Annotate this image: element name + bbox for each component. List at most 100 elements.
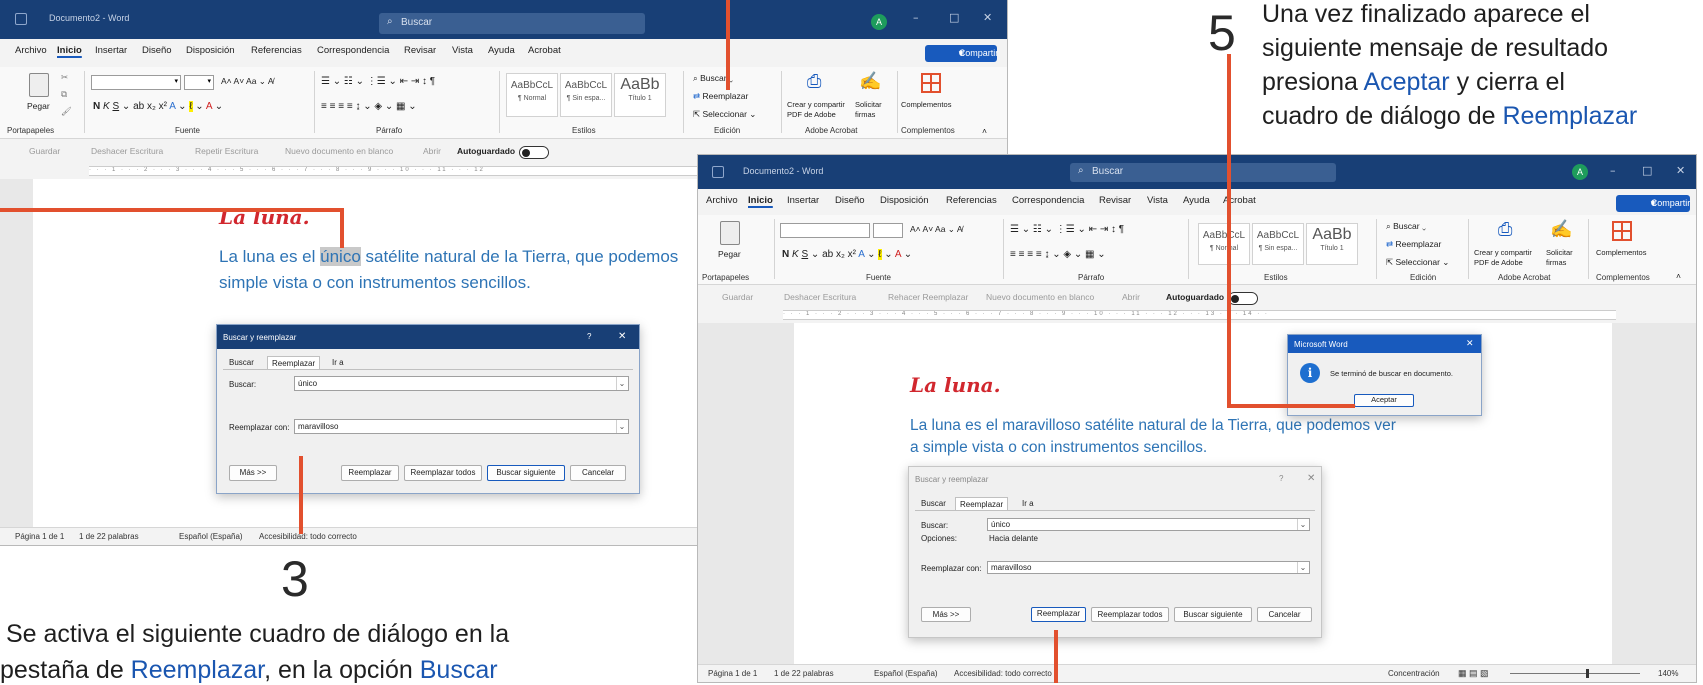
maximize-icon[interactable]: □ [949,11,959,24]
replace-button[interactable]: Reemplazar [341,465,399,481]
more-button[interactable]: Más >> [921,607,971,622]
request-sign-label[interactable]: Solicitar firmas [855,100,889,120]
qat-open[interactable]: Abrir [423,146,441,156]
minimize-icon[interactable]: – [913,11,919,24]
tab-ir-a[interactable]: Ir a [1022,499,1034,508]
tab-disposicion[interactable]: Disposición [186,45,235,56]
status-page[interactable]: Página 1 de 1 [708,669,757,678]
find-input[interactable]: único ⌄ [294,376,629,391]
avatar[interactable]: A [871,14,887,30]
more-button[interactable]: Más >> [229,465,277,481]
copy-icon[interactable]: ⧉ [61,89,67,100]
tab-vista[interactable]: Vista [452,45,473,56]
status-language[interactable]: Español (España) [874,669,938,678]
tab-acrobat[interactable]: Acrobat [528,45,561,56]
tab-correspondencia[interactable]: Correspondencia [317,45,389,56]
qat-save[interactable]: Guardar [722,292,753,302]
help-icon[interactable]: ? [1279,474,1283,483]
paste-label[interactable]: Pegar [27,101,50,111]
qat-undo[interactable]: Deshacer Escritura [784,292,856,302]
cancel-button[interactable]: Cancelar [1257,607,1312,622]
find-button[interactable]: ⌕ Buscar ⌄ [1386,221,1426,232]
replace-button[interactable]: ⇄ Reemplazar [693,91,748,102]
view-icons[interactable]: ▦ ▤ ▧ [1458,668,1489,679]
paste-label[interactable]: Pegar [718,249,741,259]
tab-insertar[interactable]: Insertar [95,45,127,56]
qat-autosave[interactable]: Autoguardado [457,146,515,156]
tab-buscar[interactable]: Buscar [229,358,254,367]
close-icon[interactable]: ✕ [618,331,626,342]
close-icon[interactable]: ✕ [1307,473,1315,484]
font-format-buttons[interactable]: N K S ⌄ ab x₂ x² A ⌄ ℓ ⌄ A ⌄ [93,101,223,112]
tab-reemplazar[interactable]: Reemplazar [267,356,321,370]
maximize-icon[interactable]: □ [1642,164,1652,177]
tab-reemplazar[interactable]: Reemplazar [955,497,1009,511]
qat-open[interactable]: Abrir [1122,292,1140,302]
tab-archivo[interactable]: Archivo [15,45,47,56]
paste-icon[interactable] [29,73,49,97]
tab-insertar[interactable]: Insertar [787,195,819,206]
replace-button[interactable]: Reemplazar [1031,607,1086,622]
tab-revisar[interactable]: Revisar [1099,195,1131,206]
qat-redo[interactable]: Repetir Escritura [195,146,258,156]
collapse-ribbon-icon[interactable]: ˄ [1676,271,1681,281]
font-name-field[interactable]: ▾ [91,75,181,90]
replace-all-button[interactable]: Reemplazar todos [1091,607,1169,622]
help-icon[interactable]: ? [587,332,591,341]
paste-icon[interactable] [720,221,740,245]
tab-disposicion[interactable]: Disposición [880,195,929,206]
tab-buscar[interactable]: Buscar [921,499,946,508]
close-icon[interactable]: ✕ [1466,338,1474,349]
font-size-field[interactable]: ▾ [184,75,214,90]
status-page[interactable]: Página 1 de 1 [15,532,64,541]
ok-button[interactable]: Aceptar [1354,394,1414,407]
list-buttons[interactable]: ☰ ⌄ ☷ ⌄ ⋮☰ ⌄ ⇤ ⇥ ↕ ¶ [321,76,435,87]
cut-icon[interactable]: ✂ [61,72,68,83]
status-accessibility[interactable]: Accesibilidad: todo correcto [954,669,1052,678]
font-size-buttons[interactable]: A˄ A˅ Aa ⌄ A̸ [910,224,963,235]
find-next-button[interactable]: Buscar siguiente [1174,607,1252,622]
font-name-field[interactable] [780,223,870,238]
status-language[interactable]: Español (España) [179,532,243,541]
select-button[interactable]: ⇱ Seleccionar ⌄ [693,109,756,120]
align-buttons[interactable]: ≡ ≡ ≡ ≡ ↨ ⌄ ◈ ⌄ ▦ ⌄ [321,101,417,112]
status-accessibility[interactable]: Accesibilidad: todo correcto [259,532,357,541]
search-box[interactable]: ⌕ Buscar [1070,163,1336,182]
qat-new-doc[interactable]: Nuevo documento en blanco [285,146,393,156]
font-format-buttons[interactable]: N K S ⌄ ab x₂ x² A ⌄ ℓ ⌄ A ⌄ [782,249,912,260]
qat-redo[interactable]: Rehacer Reemplazar [888,292,968,302]
autosave-toggle[interactable] [1228,292,1258,305]
tab-vista[interactable]: Vista [1147,195,1168,206]
tab-referencias[interactable]: Referencias [946,195,997,206]
tab-revisar[interactable]: Revisar [404,45,436,56]
tab-inicio[interactable]: Inicio [748,195,773,206]
collapse-ribbon-icon[interactable]: ˄ [982,126,987,136]
style-no-spacing[interactable]: AaBbCcL ¶ Sin espa... [1252,223,1304,265]
tab-diseno[interactable]: Diseño [835,195,865,206]
zoom-thumb[interactable] [1586,669,1589,678]
find-input[interactable]: único ⌄ [987,518,1310,531]
align-buttons[interactable]: ≡ ≡ ≡ ≡ ↨ ⌄ ◈ ⌄ ▦ ⌄ [1010,249,1106,260]
close-icon[interactable]: ✕ [983,11,992,24]
list-buttons[interactable]: ☰ ⌄ ☷ ⌄ ⋮☰ ⌄ ⇤ ⇥ ↕ ¶ [1010,224,1124,235]
ruler-track[interactable]: · · · 1 · · · 2 · · · 3 · · · 4 · · · 5 … [783,310,1616,320]
tab-correspondencia[interactable]: Correspondencia [1012,195,1084,206]
find-next-button[interactable]: Buscar siguiente [487,465,565,481]
style-heading1[interactable]: AaBb Título 1 [614,73,666,117]
style-normal[interactable]: AaBbCcL ¶ Normal [1198,223,1250,265]
status-words[interactable]: 1 de 22 palabras [79,532,139,541]
tab-referencias[interactable]: Referencias [251,45,302,56]
tab-ayuda[interactable]: Ayuda [1183,195,1210,206]
font-size-buttons[interactable]: A˄ A˅ Aa ⌄ A̸ [221,76,274,87]
style-no-spacing[interactable]: AaBbCcL ¶ Sin espa... [560,73,612,117]
zoom-slider[interactable] [1510,673,1640,674]
avatar[interactable]: A [1572,164,1588,180]
replace-input[interactable]: maravilloso ⌄ [294,419,629,434]
qat-autosave[interactable]: Autoguardado [1166,292,1224,302]
create-pdf-label[interactable]: Crear y compartir PDF de Adobe [787,100,859,120]
share-button[interactable]: ⇪ Compartir ▾ [1616,195,1690,212]
replace-button[interactable]: ⇄ Reemplazar [1386,239,1441,250]
qat-new-doc[interactable]: Nuevo documento en blanco [986,292,1094,302]
replace-input[interactable]: maravilloso ⌄ [987,561,1310,574]
style-normal[interactable]: AaBbCcL ¶ Normal [506,73,558,117]
